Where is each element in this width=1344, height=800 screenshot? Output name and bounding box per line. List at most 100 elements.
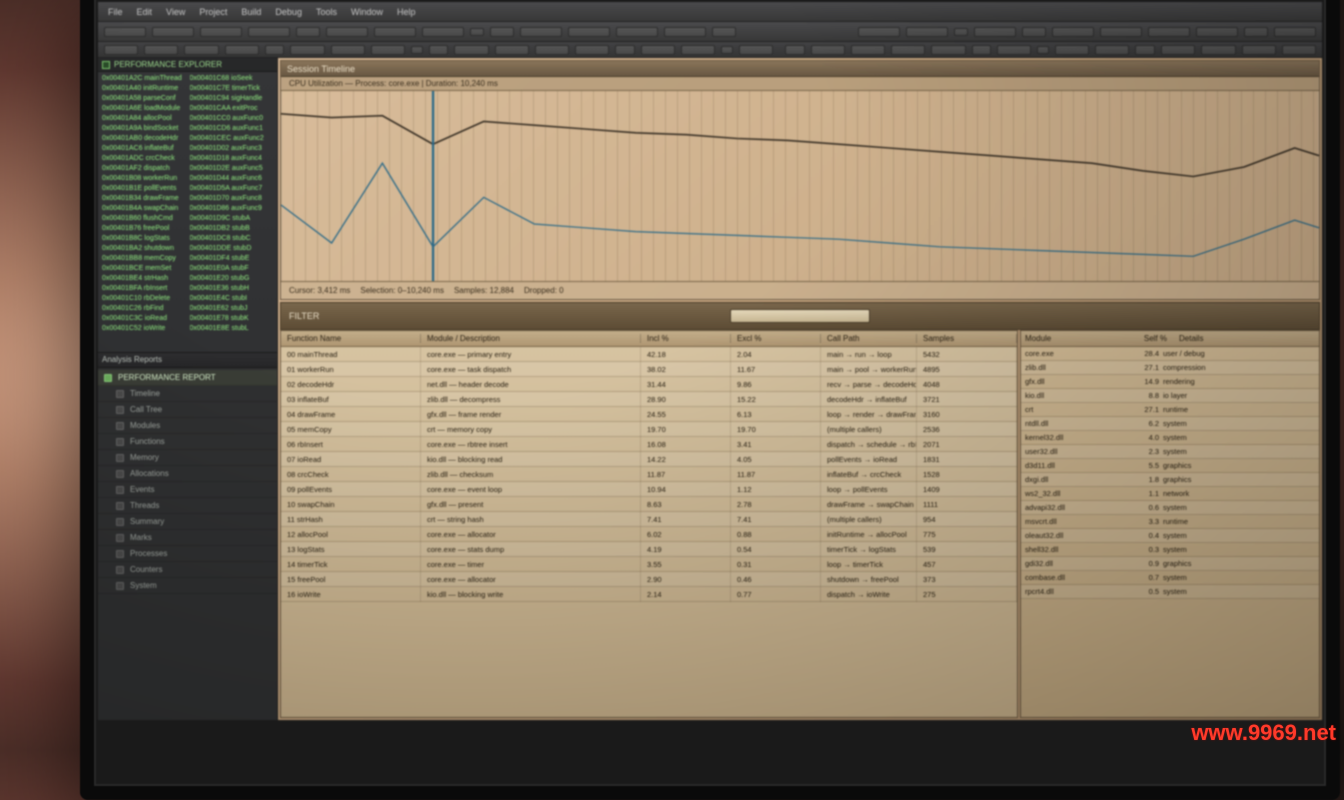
column-header[interactable]: Details: [1179, 334, 1315, 343]
toolbar-button[interactable]: [1161, 45, 1195, 55]
table-row[interactable]: 10 swapChaingfx.dll — present8.632.78dra…: [281, 497, 1017, 512]
toolbar-button[interactable]: [422, 27, 464, 37]
menu-item[interactable]: Tools: [312, 7, 341, 17]
toolbar-button[interactable]: [535, 45, 569, 55]
symbol-row[interactable]: 0x00401CAA exitProc: [190, 104, 274, 114]
toolbar-button[interactable]: [997, 45, 1031, 55]
table-row[interactable]: d3d11.dll5.5graphics: [1021, 459, 1319, 473]
toolbar-button[interactable]: [331, 45, 365, 55]
table-row[interactable]: rpcrt4.dll0.5system: [1021, 585, 1319, 599]
symbol-row[interactable]: 0x00401DC8 stubC: [190, 234, 274, 244]
symbol-row[interactable]: 0x00401DDE stubD: [190, 244, 274, 254]
toolbar-button[interactable]: [641, 45, 675, 55]
toolbar-button[interactable]: [290, 45, 324, 55]
table-row[interactable]: advapi32.dll0.6system: [1021, 501, 1319, 515]
datagrid-body[interactable]: 00 mainThreadcore.exe — primary entry42.…: [281, 347, 1017, 717]
column-header[interactable]: Excl %: [731, 334, 821, 343]
table-row[interactable]: 07 ioReadkio.dll — blocking read14.224.0…: [281, 452, 1017, 467]
menu-item[interactable]: Build: [237, 7, 265, 17]
table-row[interactable]: 12 allocPoolcore.exe — allocator6.020.88…: [281, 527, 1017, 542]
toolbar-button[interactable]: [615, 45, 635, 55]
toolbar-button[interactable]: [1052, 27, 1094, 37]
chart-area[interactable]: [281, 91, 1319, 281]
toolbar-button[interactable]: [144, 45, 178, 55]
symbol-row[interactable]: 0x00401D5A auxFunc7: [190, 184, 274, 194]
menu-item[interactable]: View: [162, 7, 189, 17]
toolbar-button[interactable]: [411, 46, 423, 54]
nav-item[interactable]: Events: [98, 482, 277, 498]
symbol-row[interactable]: 0x00401E20 stubG: [190, 274, 274, 284]
symbol-row[interactable]: 0x00401A84 allocPool: [102, 114, 186, 124]
symbol-row[interactable]: 0x00401AF2 dispatch: [102, 164, 186, 174]
chart-cursor[interactable]: [432, 91, 434, 281]
table-row[interactable]: zlib.dll27.1compression: [1021, 361, 1319, 375]
symbol-row[interactable]: 0x00401B08 workerRun: [102, 174, 186, 184]
symbol-row[interactable]: 0x00401CC0 auxFunc0: [190, 114, 274, 124]
table-row[interactable]: 02 decodeHdrnet.dll — header decode31.44…: [281, 377, 1017, 392]
nav-item[interactable]: Marks: [98, 530, 277, 546]
symbol-row[interactable]: 0x00401D9C stubA: [190, 214, 274, 224]
symbol-row[interactable]: 0x00401B60 flushCmd: [102, 214, 186, 224]
symbol-row[interactable]: 0x00401D70 auxFunc8: [190, 194, 274, 204]
symbol-row[interactable]: 0x00401C26 rbFind: [102, 304, 186, 314]
table-row[interactable]: oleaut32.dll0.4system: [1021, 529, 1319, 543]
symbol-row[interactable]: 0x00401B4A swapChain: [102, 204, 186, 214]
table-row[interactable]: ntdll.dll6.2system: [1021, 417, 1319, 431]
table-row[interactable]: 13 logStatscore.exe — stats dump4.190.54…: [281, 542, 1017, 557]
symbol-row[interactable]: 0x00401BA2 shutdown: [102, 244, 186, 254]
toolbar-button[interactable]: [104, 27, 146, 37]
table-row[interactable]: 06 rbInsertcore.exe — rbtree insert16.08…: [281, 437, 1017, 452]
symbol-row[interactable]: 0x00401D18 auxFunc4: [190, 154, 274, 164]
symbol-row[interactable]: 0x00401CEC auxFunc2: [190, 134, 274, 144]
table-row[interactable]: 14 timerTickcore.exe — timer3.550.31loop…: [281, 557, 1017, 572]
toolbar-button[interactable]: [1022, 27, 1046, 37]
symbol-row[interactable]: 0x00401AC6 inflateBuf: [102, 144, 186, 154]
menu-item[interactable]: File: [104, 7, 127, 17]
nav-item[interactable]: Processes: [98, 546, 277, 562]
table-row[interactable]: 00 mainThreadcore.exe — primary entry42.…: [281, 347, 1017, 362]
toolbar-button[interactable]: [1095, 45, 1129, 55]
toolbar-button[interactable]: [1148, 27, 1190, 37]
toolbar-button[interactable]: [721, 46, 733, 54]
table-row[interactable]: user32.dll2.3system: [1021, 445, 1319, 459]
menu-item[interactable]: Project: [195, 7, 231, 17]
menu-item[interactable]: Debug: [271, 7, 306, 17]
toolbar-button[interactable]: [1055, 45, 1089, 55]
toolbar-button[interactable]: [664, 27, 706, 37]
symbol-row[interactable]: 0x00401CD6 auxFunc1: [190, 124, 274, 134]
table-row[interactable]: shell32.dll0.3system: [1021, 543, 1319, 557]
toolbar-button[interactable]: [851, 45, 885, 55]
toolbar-button[interactable]: [811, 45, 845, 55]
toolbar-button[interactable]: [371, 45, 405, 55]
toolbar-button[interactable]: [520, 27, 562, 37]
toolbar-button[interactable]: [681, 45, 715, 55]
toolbar-button[interactable]: [712, 27, 736, 37]
symbol-row[interactable]: 0x00401D44 auxFunc6: [190, 174, 274, 184]
symbol-row[interactable]: 0x00401E4C stubI: [190, 294, 274, 304]
column-header[interactable]: Module: [1025, 334, 1115, 343]
symbol-row[interactable]: 0x00401C68 ioSeek: [190, 74, 274, 84]
table-row[interactable]: 01 workerRuncore.exe — task dispatch38.0…: [281, 362, 1017, 377]
menu-item[interactable]: Help: [393, 7, 420, 17]
table-row[interactable]: 15 freePoolcore.exe — allocator2.900.46s…: [281, 572, 1017, 587]
symbol-row[interactable]: 0x00401BE4 strHash: [102, 274, 186, 284]
table-row[interactable]: crt27.1runtime: [1021, 403, 1319, 417]
toolbar-button[interactable]: [785, 45, 805, 55]
nav-item[interactable]: Threads: [98, 498, 277, 514]
symbol-row[interactable]: 0x00401E36 stubH: [190, 284, 274, 294]
symbol-row[interactable]: 0x00401D2E auxFunc5: [190, 164, 274, 174]
table-row[interactable]: ws2_32.dll1.1network: [1021, 487, 1319, 501]
table-row[interactable]: 08 crcCheckzlib.dll — checksum11.8711.87…: [281, 467, 1017, 482]
symbol-row[interactable]: 0x00401BB8 memCopy: [102, 254, 186, 264]
toolbar-button[interactable]: [326, 27, 368, 37]
symbol-row[interactable]: 0x00401A58 parseConf: [102, 94, 186, 104]
toolbar-button[interactable]: [152, 27, 194, 37]
symbol-row[interactable]: 0x00401C7E timerTick: [190, 84, 274, 94]
toolbar-button[interactable]: [858, 27, 900, 37]
toolbar-button[interactable]: [891, 45, 925, 55]
symbol-row[interactable]: 0x00401C3C ioRead: [102, 314, 186, 324]
table-row[interactable]: 05 memCopycrt — memory copy19.7019.70(mu…: [281, 422, 1017, 437]
table-row[interactable]: combase.dll0.7system: [1021, 571, 1319, 585]
menu-item[interactable]: Edit: [133, 7, 157, 17]
symbol-row[interactable]: 0x00401DF4 stubE: [190, 254, 274, 264]
